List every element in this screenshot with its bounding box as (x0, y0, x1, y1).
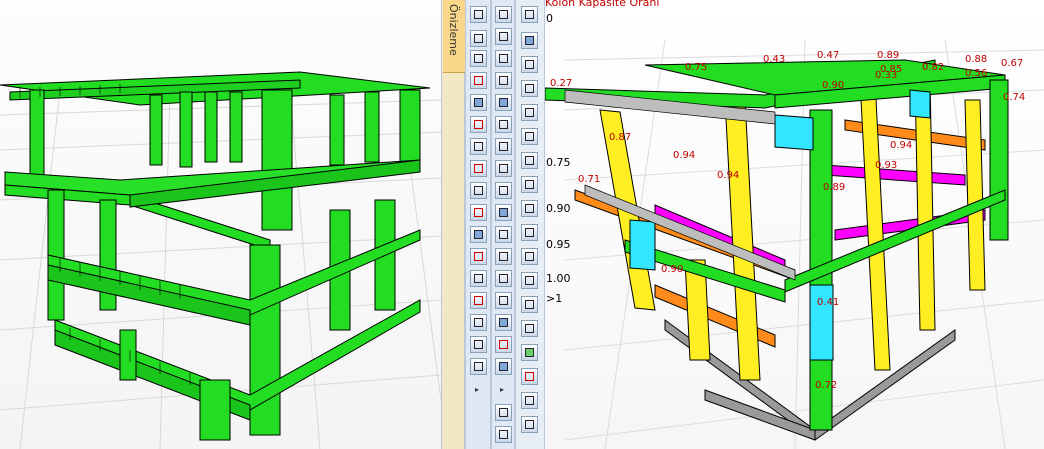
copy-icon[interactable] (470, 358, 487, 375)
move-icon[interactable] (470, 336, 487, 353)
ratio-label: 0.43 (763, 54, 785, 65)
ratio-label: 0.89 (877, 50, 899, 61)
hand-icon[interactable] (521, 32, 538, 49)
load-icon[interactable] (470, 204, 487, 221)
ratio-label: 0.90 (822, 80, 844, 91)
grid-icon[interactable] (470, 6, 487, 23)
table-icon[interactable] (521, 104, 538, 121)
export-icon[interactable] (495, 426, 512, 443)
toolbar-column-3 (515, 0, 545, 449)
more-chevron-icon[interactable]: ▸ (500, 386, 508, 394)
ratio-label: 0.33 (875, 70, 897, 81)
left-structure-model (0, 71, 441, 449)
ratio-label: 0.74 (1003, 92, 1025, 103)
quantity-icon[interactable] (521, 272, 538, 289)
building-icon[interactable] (495, 28, 512, 45)
ratio-label: 0.71 (578, 174, 600, 185)
layout-icon[interactable] (521, 320, 538, 337)
ratio-label: 0.41 (817, 297, 839, 308)
edge-icon[interactable] (495, 182, 512, 199)
ratio-label: 0.72 (815, 380, 837, 391)
right-3d-viewport[interactable]: Kolon Kapasite Oranı 0 0.75 0.90 0.95 1.… (545, 0, 1044, 449)
wave-icon[interactable] (495, 314, 512, 331)
slab-icon[interactable] (470, 116, 487, 133)
ratio-label: 0.88 (965, 54, 987, 65)
pillar-icon[interactable] (495, 292, 512, 309)
ratio-label: 0.94 (673, 150, 695, 161)
diagonal-icon[interactable] (495, 270, 512, 287)
design-icon[interactable] (521, 224, 538, 241)
ratio-label: 0.56 (965, 68, 987, 79)
beam-icon[interactable] (470, 94, 487, 111)
triangle-icon[interactable] (495, 204, 512, 221)
flask-icon[interactable] (495, 138, 512, 155)
toolbar-column-1: ▸ (465, 0, 491, 449)
ratio-label: 0.27 (550, 78, 572, 89)
detail-icon[interactable] (470, 292, 487, 309)
arrow-down-icon[interactable] (495, 72, 512, 89)
ratio-label: 0.67 (1001, 58, 1023, 69)
ratio-label: 0.90 (661, 264, 683, 275)
ratio-label: 0.82 (922, 62, 944, 73)
tab-preview-label: Önizleme (447, 4, 460, 56)
help-icon[interactable] (521, 416, 538, 433)
document-icon[interactable] (521, 128, 538, 145)
wall-icon[interactable] (470, 72, 487, 89)
ratio-label: 0.94 (717, 170, 739, 181)
chart-icon[interactable] (521, 80, 538, 97)
rotate-icon[interactable] (470, 314, 487, 331)
ratio-label: 0.93 (875, 160, 897, 171)
stair-icon[interactable] (470, 138, 487, 155)
mesh-icon[interactable] (495, 358, 512, 375)
check-icon[interactable] (521, 200, 538, 217)
ratio-label: 0.87 (609, 132, 631, 143)
analysis-icon[interactable] (521, 344, 538, 361)
ratio-label: 0.94 (890, 140, 912, 151)
dimension-icon[interactable] (470, 248, 487, 265)
steel-icon[interactable] (521, 248, 538, 265)
preview-panel-strip: Önizleme (441, 0, 465, 449)
left-3d-viewport[interactable] (0, 0, 441, 449)
pile-icon[interactable] (470, 182, 487, 199)
ratio-label: 0.89 (823, 182, 845, 193)
axis-icon[interactable] (470, 30, 487, 47)
section-icon[interactable] (470, 226, 487, 243)
beam-section-icon[interactable] (495, 94, 512, 111)
joint-icon[interactable] (495, 248, 512, 265)
more-chevron-icon[interactable]: ▸ (475, 386, 483, 394)
right-structure-model: 0.27 0.75 0.43 0.47 0.89 0.88 0.67 0.85 … (545, 39, 1044, 449)
tab-preview[interactable]: Önizleme (443, 0, 465, 73)
ratio-label: 0.75 (685, 62, 707, 73)
footing-icon[interactable] (470, 160, 487, 177)
panel-icon[interactable] (495, 160, 512, 177)
bearing-icon[interactable] (521, 176, 538, 193)
settings-icon[interactable] (521, 392, 538, 409)
corner-icon[interactable] (495, 226, 512, 243)
floor-plan-icon[interactable] (495, 6, 512, 23)
column-section-icon[interactable] (495, 50, 512, 67)
hatch-icon[interactable] (470, 270, 487, 287)
column-icon[interactable] (470, 50, 487, 67)
window-icon[interactable] (521, 6, 538, 23)
shape-icon[interactable] (495, 336, 512, 353)
warning-icon[interactable] (521, 368, 538, 385)
frame-icon[interactable] (495, 116, 512, 133)
print-icon[interactable] (495, 404, 512, 421)
results-icon[interactable] (521, 152, 538, 169)
toolbar-column-2: ▸ (491, 0, 515, 449)
drawing-icon[interactable] (521, 296, 538, 313)
green-frame (0, 71, 431, 441)
report-icon[interactable] (521, 56, 538, 73)
ratio-label: 0.47 (817, 50, 839, 61)
